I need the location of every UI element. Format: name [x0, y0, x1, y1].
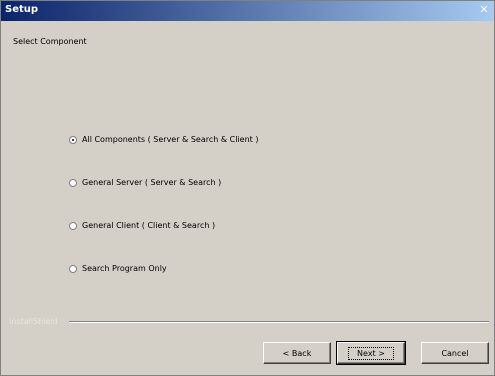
- option-search-program-only[interactable]: Search Program Only: [69, 264, 167, 273]
- option-all-components[interactable]: All Components ( Server & Search & Clien…: [69, 135, 258, 144]
- title-bar: Setup ✕: [1, 1, 494, 21]
- back-button[interactable]: < Back: [263, 342, 331, 364]
- footer-separator: [69, 321, 489, 323]
- window-title: Setup: [5, 4, 39, 15]
- cancel-button[interactable]: Cancel: [421, 342, 489, 364]
- radio-icon[interactable]: [69, 221, 77, 230]
- next-button[interactable]: Next >: [336, 341, 406, 365]
- page-header-label: Select Component: [13, 37, 87, 46]
- close-icon[interactable]: ✕: [477, 3, 491, 17]
- option-label: General Server ( Server & Search ): [82, 178, 222, 187]
- option-general-client[interactable]: General Client ( Client & Search ): [69, 221, 215, 230]
- option-label: General Client ( Client & Search ): [82, 221, 216, 230]
- option-label: Search Program Only: [82, 264, 167, 273]
- radio-icon[interactable]: [69, 135, 77, 144]
- option-label: All Components ( Server & Search & Clien…: [82, 135, 259, 144]
- cancel-button-label: Cancel: [441, 348, 469, 358]
- installshield-brand: InstallShield: [9, 317, 58, 326]
- radio-icon[interactable]: [69, 264, 77, 273]
- option-general-server[interactable]: General Server ( Server & Search ): [69, 178, 221, 187]
- setup-dialog: Setup ✕ Select Component All Components …: [0, 0, 495, 376]
- back-button-label: < Back: [282, 348, 312, 358]
- radio-icon[interactable]: [69, 178, 77, 187]
- next-button-label: Next >: [348, 346, 394, 360]
